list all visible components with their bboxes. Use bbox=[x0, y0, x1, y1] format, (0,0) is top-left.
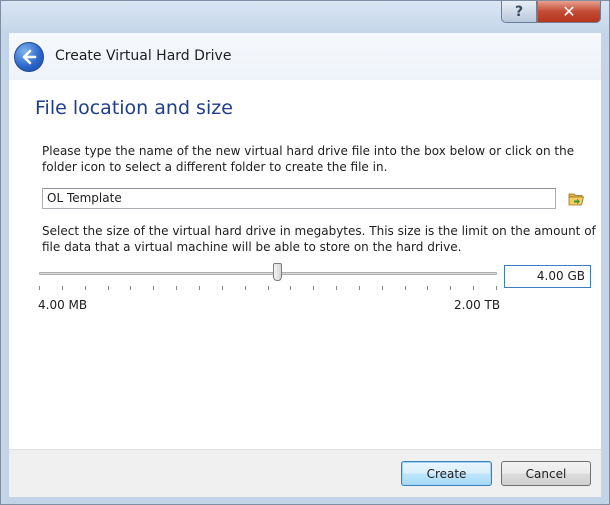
folder-open-icon bbox=[568, 193, 585, 206]
slider-tick bbox=[245, 286, 246, 290]
slider-tick bbox=[108, 286, 109, 290]
dialog-window: ? ✕ Create Virtual Hard Drive File locat… bbox=[0, 0, 610, 505]
slider-tick bbox=[176, 286, 177, 290]
back-arrow-icon bbox=[22, 49, 37, 65]
slider-tick bbox=[85, 286, 86, 290]
choose-folder-button[interactable] bbox=[567, 189, 587, 209]
window-frame-bottom bbox=[9, 497, 601, 503]
slider-ticks bbox=[39, 286, 497, 294]
slider-tick bbox=[313, 286, 314, 290]
help-button[interactable]: ? bbox=[501, 1, 537, 23]
close-button[interactable]: ✕ bbox=[537, 1, 601, 23]
slider-track bbox=[39, 272, 497, 275]
slider-min-label: 4.00 MB bbox=[38, 298, 88, 312]
slider-tick bbox=[199, 286, 200, 290]
size-slider[interactable] bbox=[39, 262, 497, 284]
slider-tick bbox=[382, 286, 383, 290]
slider-tick bbox=[336, 286, 337, 290]
page-title: File location and size bbox=[35, 97, 233, 119]
file-location-input[interactable]: OL Template bbox=[42, 188, 556, 209]
button-bar: Create Cancel bbox=[9, 449, 601, 498]
slider-tick bbox=[130, 286, 131, 290]
size-instructions: Select the size of the virtual hard driv… bbox=[42, 224, 596, 254]
size-input[interactable]: 4.00 GB bbox=[504, 265, 591, 288]
cancel-button[interactable]: Cancel bbox=[501, 461, 591, 486]
slider-tick bbox=[222, 286, 223, 290]
create-button[interactable]: Create bbox=[401, 461, 492, 486]
wizard-header: Create Virtual Hard Drive bbox=[9, 33, 601, 80]
slider-tick bbox=[473, 286, 474, 290]
slider-tick bbox=[427, 286, 428, 290]
slider-tick bbox=[290, 286, 291, 290]
wizard-title: Create Virtual Hard Drive bbox=[55, 48, 232, 64]
slider-tick bbox=[496, 286, 497, 290]
slider-tick bbox=[359, 286, 360, 290]
slider-handle[interactable] bbox=[273, 263, 283, 281]
close-icon: ✕ bbox=[562, 2, 576, 21]
wizard-page: File location and size Please type the n… bbox=[9, 80, 601, 449]
title-bar[interactable]: ? ✕ bbox=[1, 1, 609, 33]
slider-tick bbox=[268, 286, 269, 290]
slider-tick bbox=[405, 286, 406, 290]
back-button[interactable] bbox=[14, 42, 44, 72]
slider-tick bbox=[39, 286, 40, 290]
slider-tick bbox=[153, 286, 154, 290]
slider-max-label: 2.00 TB bbox=[454, 298, 501, 312]
slider-tick bbox=[62, 286, 63, 290]
slider-tick bbox=[450, 286, 451, 290]
help-icon: ? bbox=[514, 3, 524, 20]
location-instructions: Please type the name of the new virtual … bbox=[42, 144, 575, 174]
